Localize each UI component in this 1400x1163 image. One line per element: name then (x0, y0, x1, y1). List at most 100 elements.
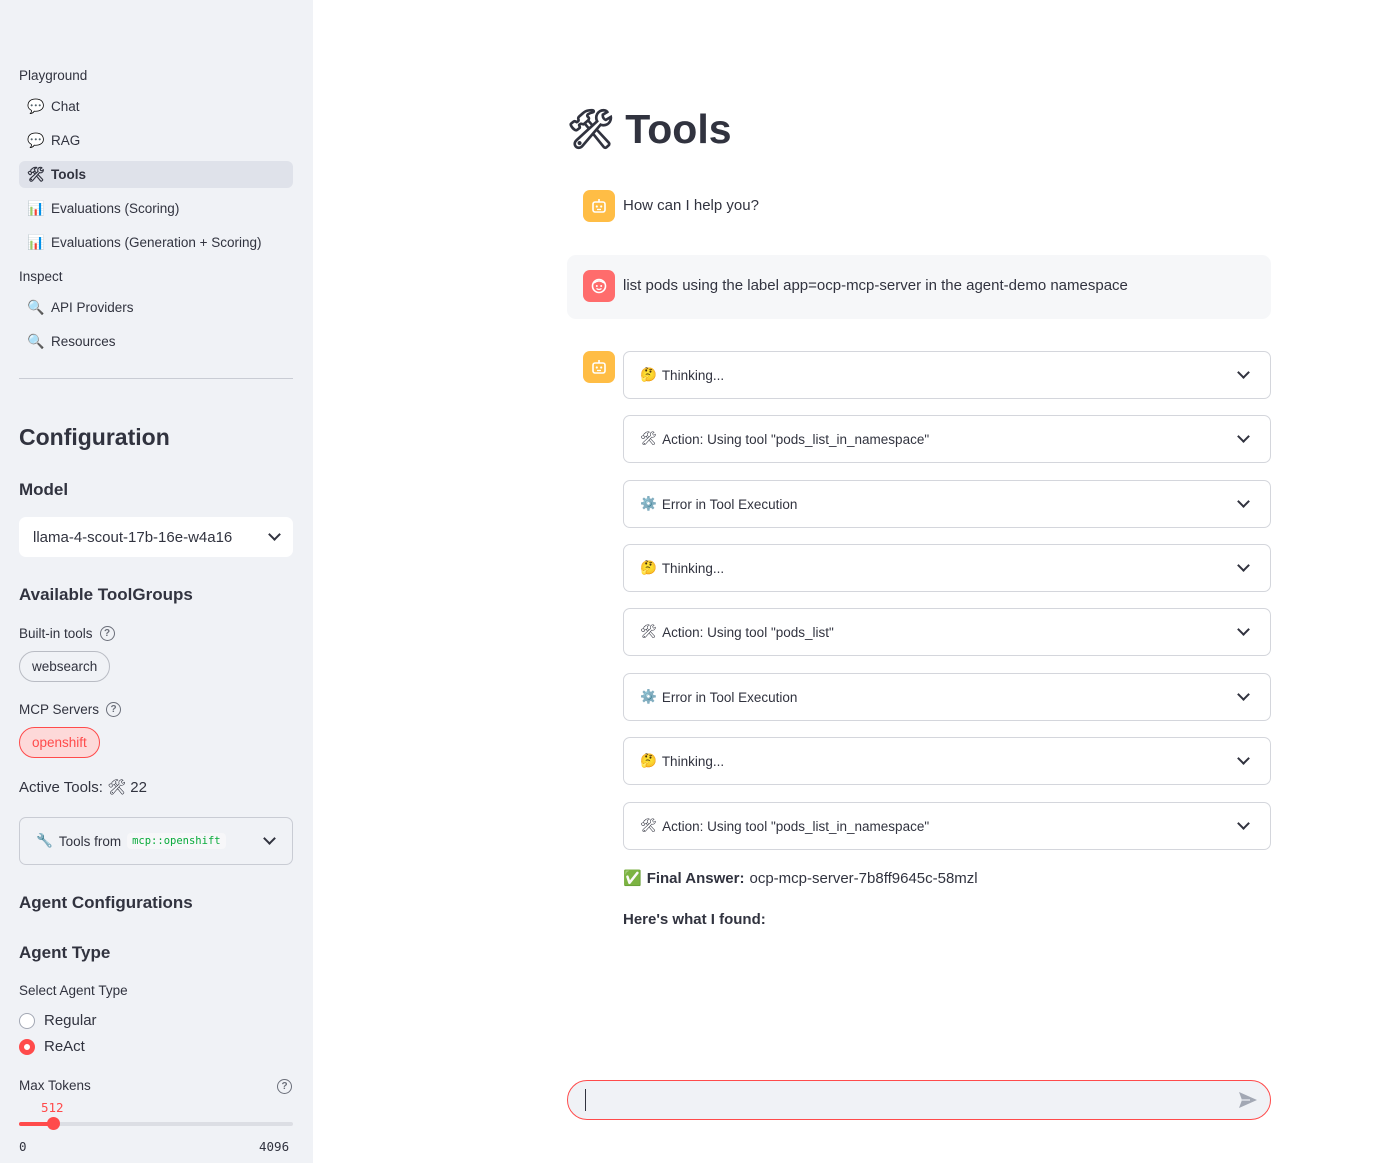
model-select-value: llama-4-scout-17b-16e-w4a16 (33, 528, 233, 546)
mcp-servers-label-row: MCP Servers ? (19, 702, 122, 717)
user-message-text: list pods using the label app=ocp-mcp-se… (623, 277, 1128, 294)
nav-item-evaluations-scoring[interactable]: 📊 Evaluations (Scoring) (19, 195, 293, 222)
magnifier-icon: 🔍 (27, 333, 45, 349)
step-label: Action: Using tool "pods_list_in_namespa… (662, 431, 930, 447)
chevron-down-icon (1237, 817, 1250, 830)
chevron-down-icon (1237, 366, 1250, 379)
chat-input-box[interactable] (567, 1080, 1271, 1120)
nav-item-api-providers[interactable]: 🔍 API Providers (19, 294, 293, 321)
help-icon[interactable]: ? (106, 702, 122, 717)
nav-item-rag[interactable]: 💬 RAG (19, 127, 293, 154)
nav-item-label: Evaluations (Generation + Scoring) (51, 235, 262, 250)
step-expander-thinking[interactable]: 🤔 Thinking... (623, 351, 1271, 399)
check-mark-icon: ✅ (623, 870, 642, 887)
hammer-wrench-icon: 🛠 (567, 108, 616, 151)
step-title: 🤔 Thinking... (640, 367, 724, 383)
mcp-server-pill-openshift[interactable]: openshift (19, 727, 100, 758)
robot-icon (592, 199, 606, 213)
step-title: 🛠 Action: Using tool "pods_list" (640, 624, 834, 640)
help-icon[interactable]: ? (99, 626, 115, 641)
model-select[interactable]: llama-4-scout-17b-16e-w4a16 (19, 517, 293, 557)
radio-label: Regular (44, 1012, 97, 1029)
chat-input[interactable] (585, 1091, 1205, 1109)
nav-section-playground: Playground (19, 68, 88, 83)
speech-bubble-icon: 💬 (27, 98, 45, 114)
builtin-tool-pill-websearch[interactable]: websearch (19, 651, 111, 682)
bar-chart-icon: 📊 (27, 234, 45, 250)
chevron-down-icon (1237, 559, 1250, 572)
tools-from-code: mcp::openshift (127, 833, 226, 849)
final-answer: ✅ Final Answer: ocp-mcp-server-7b8ff9645… (623, 869, 978, 888)
text-caret (585, 1089, 586, 1111)
assistant-avatar (583, 351, 615, 383)
final-answer-label: Final Answer: (646, 869, 745, 887)
available-toolgroups-heading: Available ToolGroups (19, 585, 193, 604)
mcp-servers-label: MCP Servers (19, 702, 100, 717)
page-title: 🛠 Tools (567, 106, 732, 153)
magnifier-icon: 🔍 (27, 299, 45, 315)
step-title: 🛠 Action: Using tool "pods_list_in_names… (640, 431, 929, 447)
max-tokens-slider-track[interactable] (19, 1122, 293, 1126)
max-tokens-max: 4096 (259, 1139, 290, 1154)
radio-button-selected-icon (19, 1038, 35, 1055)
assistant-avatar (583, 190, 615, 222)
step-expander-action[interactable]: 🛠 Action: Using tool "pods_list_in_names… (623, 802, 1271, 850)
max-tokens-label: Max Tokens (19, 1078, 91, 1093)
nav-item-tools[interactable]: 🛠 Tools (19, 161, 293, 188)
app-root: Playground 💬 Chat 💬 RAG 🛠 Tools 📊 Evalua… (0, 0, 1400, 1163)
nav-item-label: Tools (51, 167, 86, 182)
step-label: Thinking... (661, 560, 725, 576)
builtin-tools-label-row: Built-in tools ? (19, 626, 115, 641)
chevron-down-icon (1237, 688, 1250, 701)
help-icon[interactable]: ? (277, 1079, 292, 1094)
user-face-icon (591, 278, 607, 294)
tools-from-label: Tools from (58, 833, 122, 849)
robot-icon (592, 360, 606, 374)
send-icon[interactable] (1238, 1091, 1258, 1109)
nav-item-evaluations-generation-scoring[interactable]: 📊 Evaluations (Generation + Scoring) (19, 229, 293, 256)
found-text: Here's what I found: (623, 911, 766, 928)
configuration-heading: Configuration (19, 424, 170, 450)
gear-icon: ⚙️ (640, 689, 657, 704)
step-expander-action[interactable]: 🛠 Action: Using tool "pods_list_in_names… (623, 415, 1271, 463)
thinking-face-icon: 🤔 (640, 753, 657, 768)
tools-from-expander[interactable]: 🔧 Tools from mcp::openshift (19, 817, 293, 865)
step-expander-thinking[interactable]: 🤔 Thinking... (623, 737, 1271, 785)
max-tokens-min: 0 (19, 1139, 27, 1154)
step-title: ⚙️ Error in Tool Execution (640, 689, 797, 705)
agent-configurations-heading: Agent Configurations (19, 893, 193, 912)
step-title: 🤔 Thinking... (640, 560, 724, 576)
agent-type-heading: Agent Type (19, 943, 111, 962)
chevron-down-icon (1237, 623, 1250, 636)
step-expander-action[interactable]: 🛠 Action: Using tool "pods_list" (623, 608, 1271, 656)
nav-item-resources[interactable]: 🔍 Resources (19, 328, 293, 355)
step-label: Error in Tool Execution (661, 689, 798, 705)
nav-item-label: API Providers (51, 300, 134, 315)
assistant-greeting: How can I help you? (623, 197, 759, 214)
page-title-text: Tools (625, 106, 732, 152)
chevron-down-icon (263, 832, 276, 845)
radio-regular[interactable]: Regular (19, 1012, 97, 1029)
builtin-tools-label: Built-in tools (19, 626, 93, 641)
step-title: ⚙️ Error in Tool Execution (640, 496, 797, 512)
speech-bubble-icon: 💬 (27, 132, 45, 148)
step-expander-error[interactable]: ⚙️ Error in Tool Execution (623, 480, 1271, 528)
step-title: 🛠 Action: Using tool "pods_list_in_names… (640, 818, 929, 834)
tools-from-title: 🔧 Tools from mcp::openshift (36, 833, 226, 849)
step-label: Action: Using tool "pods_list_in_namespa… (662, 818, 930, 834)
gear-icon: ⚙️ (640, 496, 657, 511)
radio-button-icon (19, 1012, 35, 1029)
step-label: Thinking... (661, 753, 725, 769)
radio-react[interactable]: ReAct (19, 1038, 85, 1055)
chevron-down-icon (1237, 752, 1250, 765)
sidebar: Playground 💬 Chat 💬 RAG 🛠 Tools 📊 Evalua… (0, 0, 313, 1163)
nav-item-chat[interactable]: 💬 Chat (19, 93, 293, 120)
step-label: Thinking... (661, 367, 725, 383)
step-expander-thinking[interactable]: 🤔 Thinking... (623, 544, 1271, 592)
model-heading: Model (19, 480, 69, 499)
select-agent-type-label: Select Agent Type (19, 983, 128, 998)
nav-item-label: Chat (51, 99, 80, 114)
max-tokens-slider-thumb[interactable] (46, 1117, 60, 1130)
nav-item-label: RAG (51, 133, 81, 148)
step-expander-error[interactable]: ⚙️ Error in Tool Execution (623, 673, 1271, 721)
